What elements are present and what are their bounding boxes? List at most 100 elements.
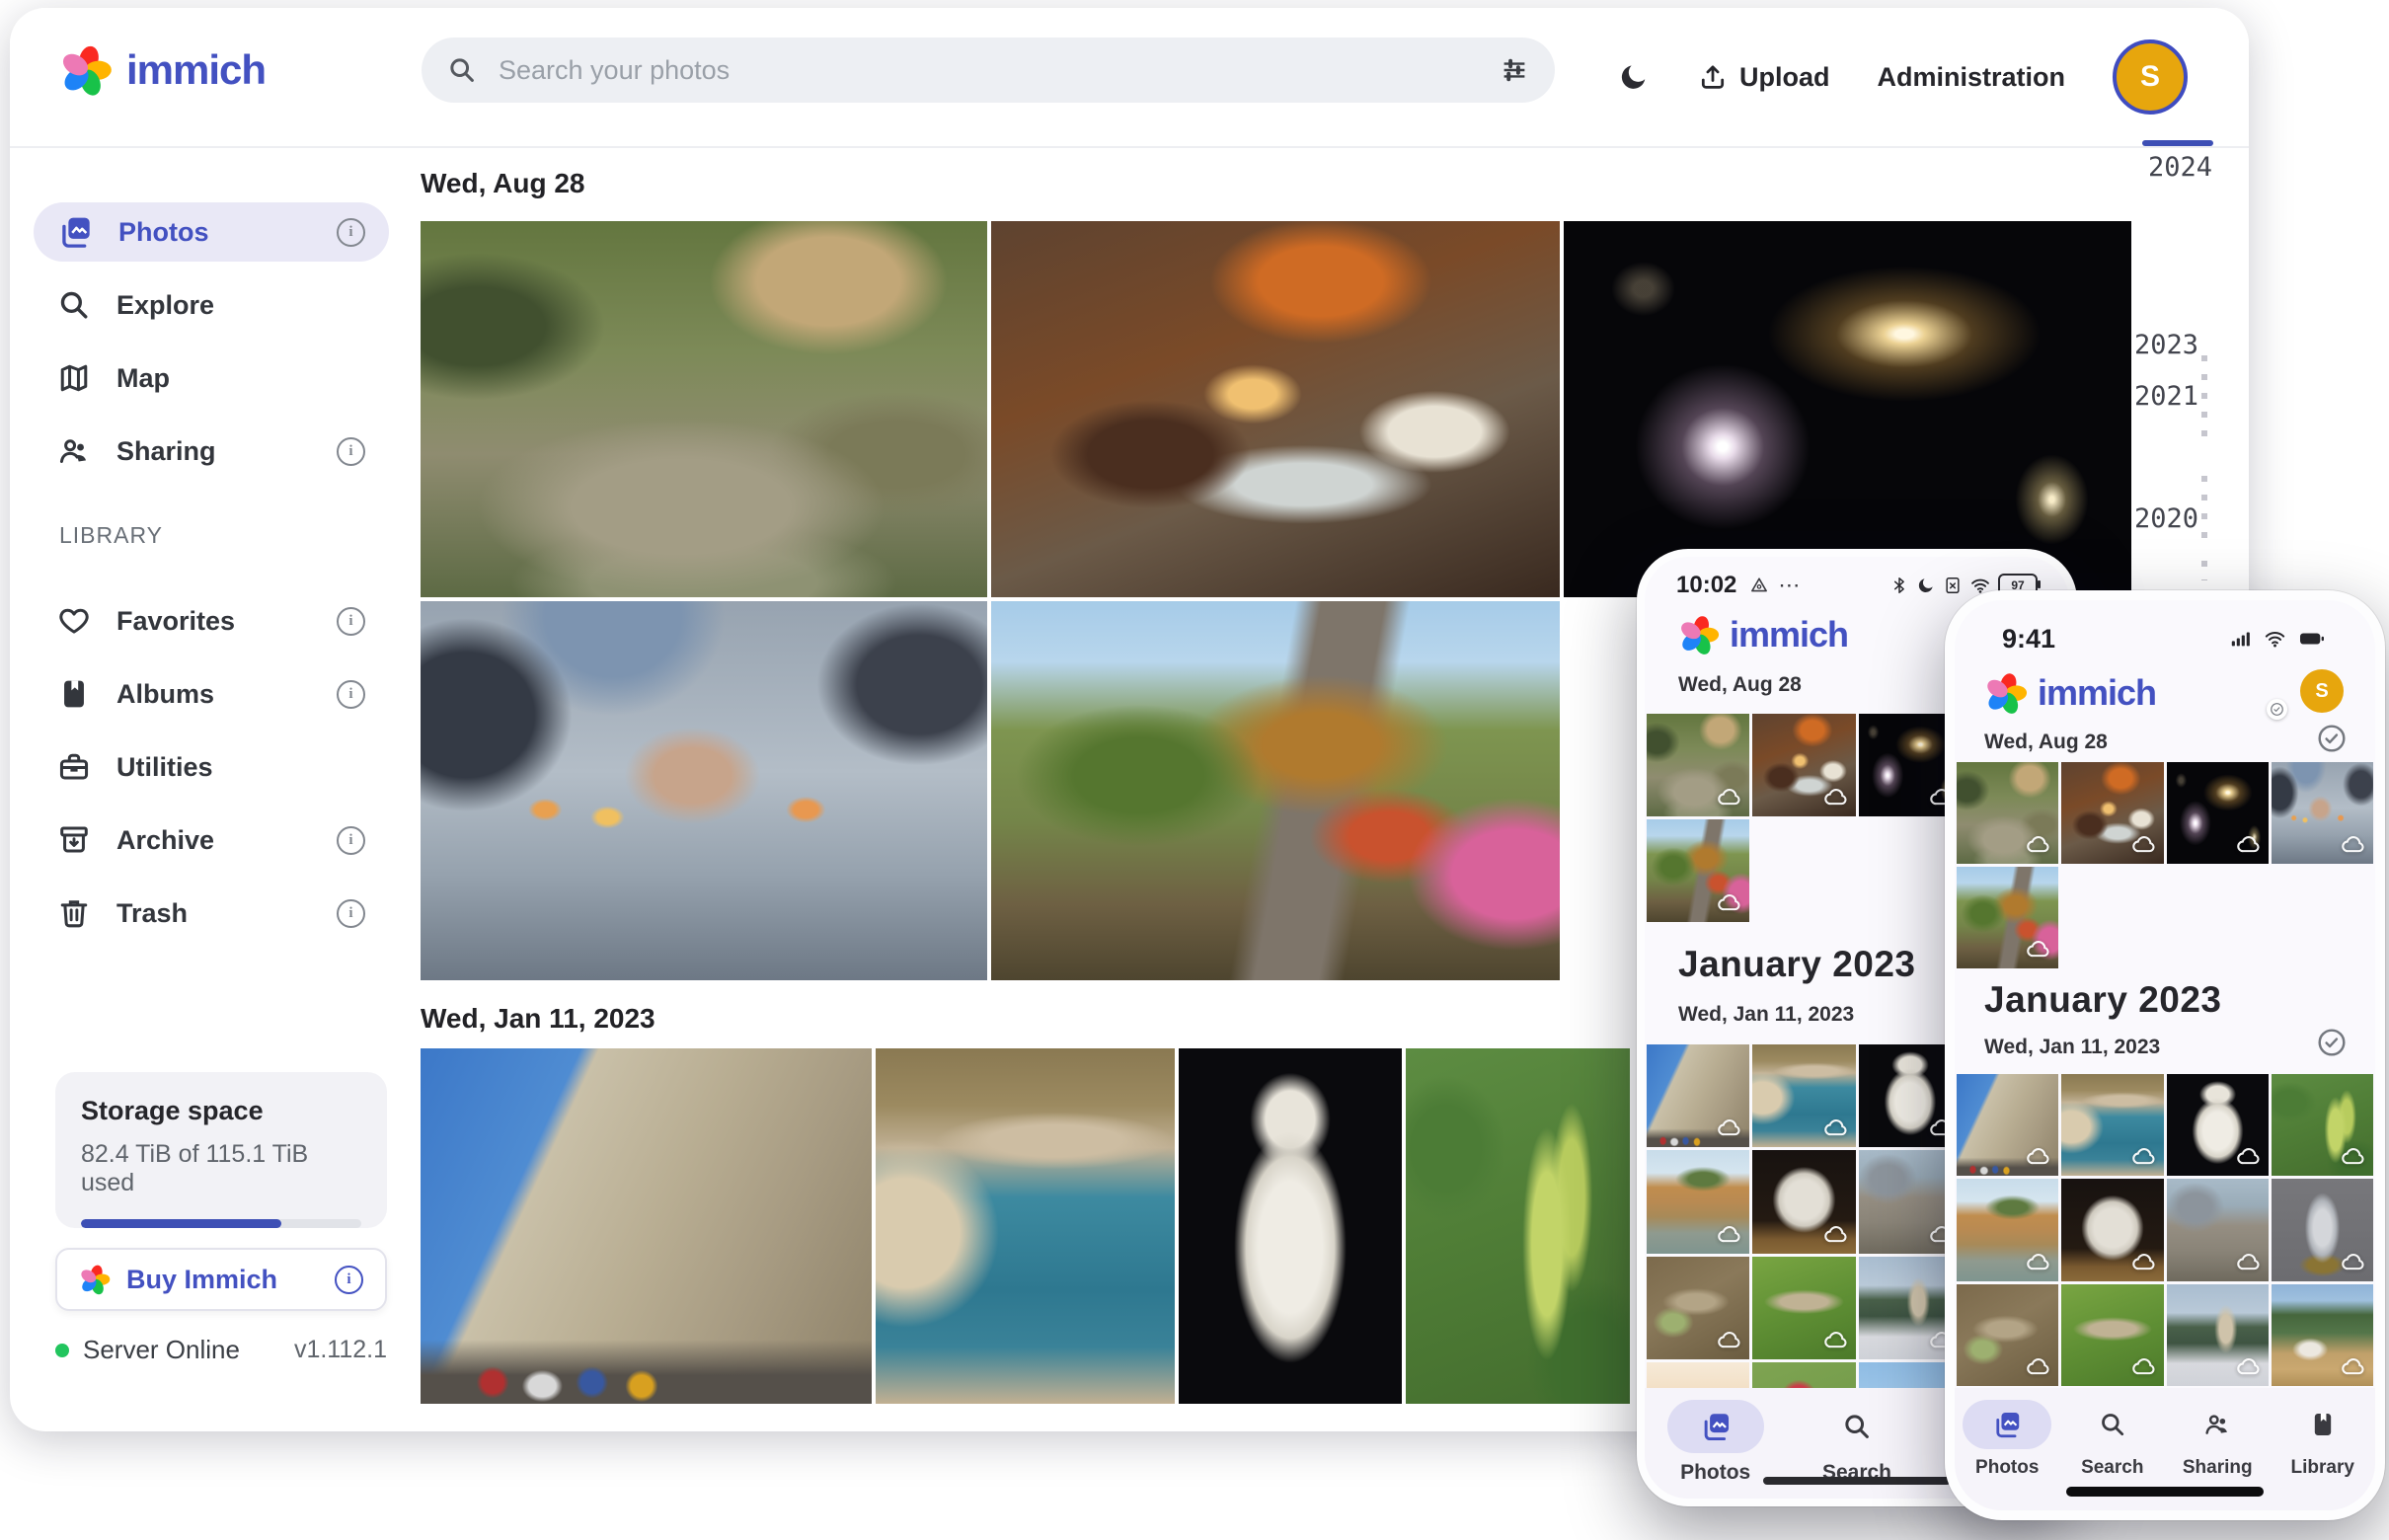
- top-bar: immich Upload Administration S: [10, 8, 2249, 148]
- info-icon[interactable]: i: [335, 1266, 363, 1294]
- photo-dinner[interactable]: [1752, 714, 1855, 816]
- photo-hands[interactable]: [2272, 762, 2373, 864]
- sidebar-item-utilities[interactable]: Utilities: [34, 737, 389, 797]
- photo-beach-cliff[interactable]: [1957, 1179, 2058, 1280]
- nav-label: Photos: [1680, 1461, 1750, 1485]
- sidebar-item-photos[interactable]: Photos i: [34, 202, 389, 262]
- photo-fortress[interactable]: [1957, 1074, 2058, 1176]
- nav-item-library[interactable]: Library: [2278, 1400, 2367, 1479]
- sidebar-item-map[interactable]: Map: [34, 348, 389, 408]
- sidebar-item-explore[interactable]: Explore: [34, 275, 389, 335]
- album-icon: [2309, 1411, 2337, 1438]
- nav-item-search[interactable]: Search: [2068, 1400, 2157, 1479]
- info-icon[interactable]: i: [337, 437, 365, 466]
- photo-bust[interactable]: [2167, 1074, 2269, 1176]
- photo-coast[interactable]: [876, 1048, 1175, 1404]
- photo-coast[interactable]: [1752, 1044, 1855, 1147]
- upload-button[interactable]: Upload: [1698, 62, 1830, 93]
- cell-signal-icon: [2228, 627, 2254, 651]
- photo-fireworks[interactable]: [1564, 221, 2131, 597]
- info-icon[interactable]: i: [337, 680, 365, 709]
- photo-dinner[interactable]: [991, 221, 1560, 597]
- photo-monkeys[interactable]: [421, 221, 987, 597]
- month-header: January 2023: [1984, 979, 2222, 1021]
- nav-item-search[interactable]: Search: [1809, 1400, 1905, 1485]
- photo-autumn[interactable]: [991, 601, 1560, 980]
- photo-centerpiece[interactable]: [2272, 1179, 2373, 1280]
- photo-seagrape[interactable]: [1406, 1048, 1630, 1404]
- immich-logo: immich: [1678, 614, 1848, 655]
- home-indicator[interactable]: [2066, 1487, 2264, 1497]
- search-bar[interactable]: [422, 38, 1555, 103]
- nav-item-sharing[interactable]: Sharing: [2173, 1400, 2262, 1479]
- search-input[interactable]: [497, 54, 1480, 87]
- nav-icon-wrap: [2068, 1400, 2157, 1449]
- immich-logo[interactable]: immich: [59, 43, 266, 97]
- timeline-year[interactable]: 2021: [2134, 381, 2198, 412]
- sidebar-item-favorites[interactable]: Favorites i: [34, 591, 389, 651]
- month-header: January 2023: [1678, 944, 1916, 985]
- nav-item-photos[interactable]: Photos: [1963, 1400, 2051, 1479]
- photo-grid: [1955, 1074, 2375, 1400]
- timeline-year[interactable]: 2020: [2134, 503, 2198, 534]
- user-avatar[interactable]: S: [2113, 39, 2188, 115]
- select-all-check-icon[interactable]: [2316, 723, 2348, 754]
- home-indicator[interactable]: [1763, 1477, 1951, 1485]
- photo-autumn[interactable]: [1957, 867, 2058, 968]
- sidebar-item-sharing[interactable]: Sharing i: [34, 422, 389, 481]
- info-icon[interactable]: i: [337, 218, 365, 247]
- photo-lizard-b[interactable]: [2061, 1284, 2163, 1386]
- photo-monkeys[interactable]: [1957, 762, 2058, 864]
- info-icon[interactable]: i: [337, 607, 365, 636]
- album-icon: [57, 677, 91, 711]
- cloud-backup-icon: [1822, 1221, 1849, 1248]
- dark-mode-moon-icon[interactable]: [1617, 60, 1651, 94]
- cloud-backup-icon: [2340, 1143, 2366, 1170]
- sidebar-item-label: Archive: [116, 825, 311, 856]
- photo-ruin-wall[interactable]: [2167, 1179, 2269, 1280]
- cloud-backup-icon: [1716, 1221, 1742, 1248]
- photo-lizard-a[interactable]: [1647, 1257, 1749, 1359]
- photo-coast[interactable]: [2061, 1074, 2163, 1176]
- timeline-year[interactable]: 2024: [2148, 152, 2212, 183]
- photo-bust[interactable]: [1179, 1048, 1402, 1404]
- nav-icon-wrap: [2278, 1400, 2367, 1449]
- photo-beach-cliff[interactable]: [1647, 1150, 1749, 1253]
- photo-seagrape[interactable]: [2272, 1074, 2373, 1176]
- sidebar-item-albums[interactable]: Albums i: [34, 664, 389, 724]
- sidebar-item-label: Explore: [116, 290, 365, 321]
- photo-dinner[interactable]: [2061, 762, 2163, 864]
- search-icon: [1842, 1412, 1872, 1441]
- select-all-check-icon[interactable]: [2316, 1027, 2348, 1058]
- photo-stone-sculpture[interactable]: [2061, 1179, 2163, 1280]
- sidebar-item-trash[interactable]: Trash i: [34, 884, 389, 943]
- photo-alpine[interactable]: [2272, 1284, 2373, 1386]
- user-avatar[interactable]: S: [2300, 669, 2344, 713]
- logo-wordmark: immich: [126, 46, 266, 94]
- administration-link[interactable]: Administration: [1877, 62, 2065, 93]
- photo-fortress[interactable]: [1647, 1044, 1749, 1147]
- upload-label: Upload: [1739, 62, 1830, 93]
- cloud-backup-icon: [2130, 1143, 2157, 1170]
- server-version: v1.112.1: [294, 1336, 387, 1364]
- nav-item-photos[interactable]: Photos: [1667, 1400, 1764, 1485]
- check-circle-icon: [2270, 702, 2284, 717]
- timeline-year[interactable]: 2023: [2134, 330, 2198, 360]
- info-icon[interactable]: i: [337, 899, 365, 928]
- status-icons: [2228, 627, 2328, 651]
- info-icon[interactable]: i: [337, 826, 365, 855]
- photo-autumn[interactable]: [1647, 819, 1749, 922]
- buy-immich-button[interactable]: Buy Immich i: [55, 1248, 387, 1311]
- photo-fortress[interactable]: [421, 1048, 872, 1404]
- photo-hands[interactable]: [421, 601, 987, 980]
- photo-stone-sculpture[interactable]: [1752, 1150, 1855, 1253]
- cloud-backup-button[interactable]: [1955, 671, 2280, 715]
- sidebar-item-archive[interactable]: Archive i: [34, 810, 389, 870]
- photo-fireworks[interactable]: [2167, 762, 2269, 864]
- photo-monkeys[interactable]: [1647, 714, 1749, 816]
- filter-sliders-icon[interactable]: [1500, 55, 1529, 85]
- photo-lizard-a[interactable]: [1957, 1284, 2058, 1386]
- photo-grid: [1955, 762, 2375, 864]
- photo-lizard-b[interactable]: [1752, 1257, 1855, 1359]
- photo-winter-church[interactable]: [2167, 1284, 2269, 1386]
